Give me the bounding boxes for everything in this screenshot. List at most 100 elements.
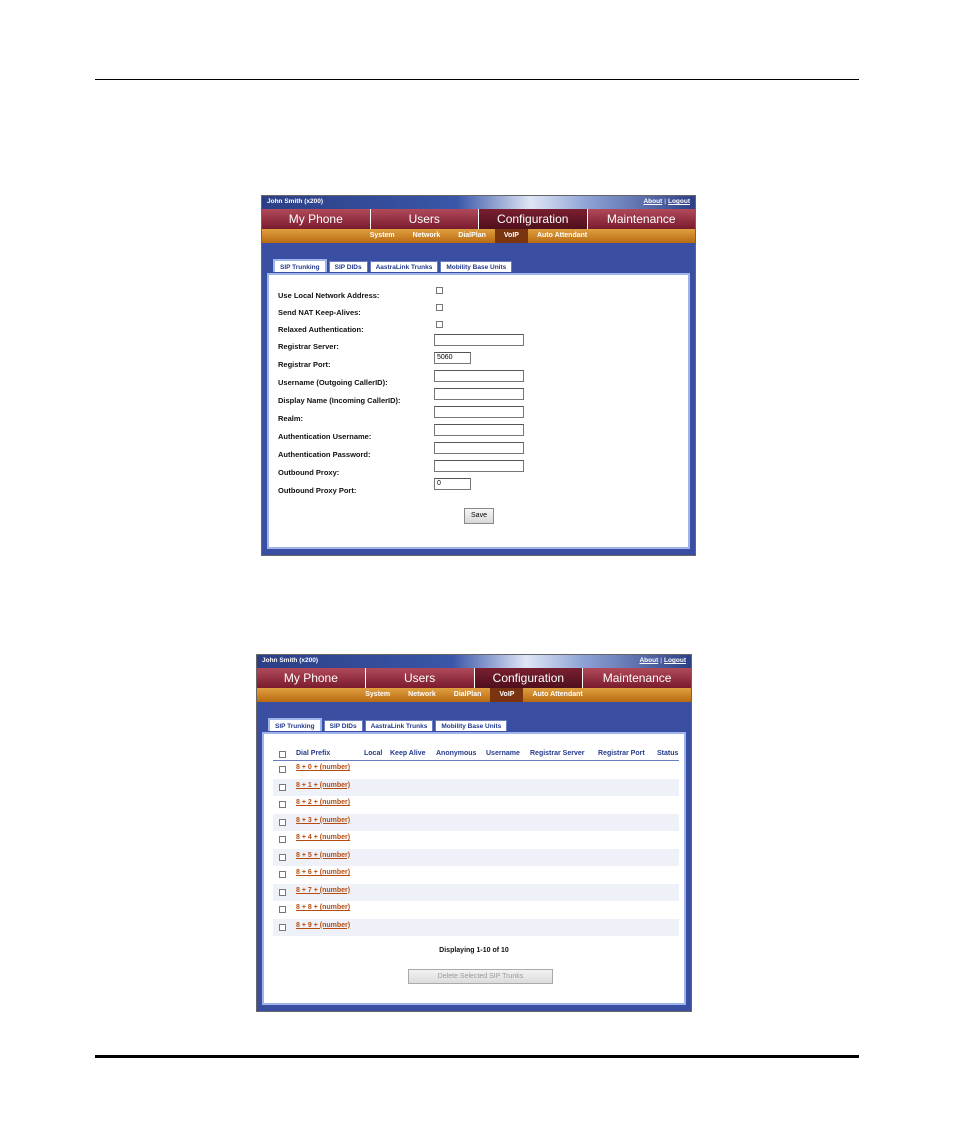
subnav-voip[interactable]: VoIP [490, 688, 524, 702]
page-header-rule [95, 79, 859, 80]
row-checkbox[interactable] [279, 853, 286, 861]
save-button[interactable]: Save [464, 508, 494, 524]
tab-sip-dids[interactable]: SIP DIDs [323, 720, 363, 731]
auth-username-label: Authentication Username: [278, 432, 372, 441]
col-keep-alive[interactable]: Keep Alive [390, 750, 426, 757]
username-input[interactable] [434, 370, 524, 382]
table-row: 8 + 3 + (number) [273, 813, 679, 831]
realm-input[interactable] [434, 406, 524, 418]
dial-prefix-link[interactable]: 8 + 3 + (number) [296, 817, 350, 824]
col-registrar-port[interactable]: Registrar Port [598, 750, 645, 757]
tab-aastralink-trunks[interactable]: AastraLink Trunks [369, 261, 439, 272]
registrar-port-input[interactable]: 5060 [434, 352, 471, 364]
tab-my-phone[interactable]: My Phone [262, 209, 370, 229]
relaxed-auth-row: Relaxed Authentication: [278, 319, 443, 334]
tab-sip-trunking[interactable]: SIP Trunking [268, 718, 322, 731]
row-checkbox[interactable] [279, 818, 286, 826]
col-registrar-server[interactable]: Registrar Server [530, 750, 584, 757]
tab-maintenance[interactable]: Maintenance [587, 209, 695, 229]
top-links: About | Logout [639, 657, 686, 664]
about-link[interactable]: About [643, 198, 662, 205]
row-checkbox[interactable] [279, 923, 286, 931]
logout-link[interactable]: Logout [668, 198, 690, 205]
tab-my-phone[interactable]: My Phone [257, 668, 365, 688]
col-local[interactable]: Local [364, 750, 382, 757]
outbound-proxy-port-input[interactable]: 0 [434, 478, 471, 490]
registrar-port-label: Registrar Port: [278, 360, 331, 369]
subnav-system[interactable]: System [356, 688, 399, 702]
tab-mobility-base-units[interactable]: Mobility Base Units [440, 261, 513, 272]
row-checkbox[interactable] [279, 766, 286, 773]
tab-aastralink-trunks[interactable]: AastraLink Trunks [364, 720, 434, 731]
row-checkbox[interactable] [279, 801, 286, 808]
tab-configuration[interactable]: Configuration [474, 668, 583, 688]
col-anonymous[interactable]: Anonymous [436, 750, 476, 757]
subnav-auto-attendant[interactable]: Auto Attendant [528, 229, 596, 243]
dial-prefix-link[interactable]: 8 + 9 + (number) [296, 922, 350, 929]
registrar-server-input[interactable] [434, 334, 524, 346]
row-checkbox[interactable] [279, 906, 286, 913]
row-checkbox[interactable] [279, 836, 286, 843]
top-bar: John Smith (x200) About | Logout [262, 196, 695, 209]
auth-username-input[interactable] [434, 424, 524, 436]
tab-sip-dids[interactable]: SIP DIDs [328, 261, 368, 272]
dial-prefix-link[interactable]: 8 + 6 + (number) [296, 869, 350, 876]
realm-row: Realm: [278, 406, 524, 423]
delete-selected-button[interactable]: Delete Selected SIP Trunks [408, 969, 553, 984]
voip-tabs: SIP Trunking SIP DIDs AastraLink Trunks … [268, 718, 509, 731]
relaxed-auth-checkbox[interactable] [436, 321, 443, 328]
about-link[interactable]: About [639, 657, 658, 664]
tab-configuration[interactable]: Configuration [479, 209, 587, 229]
dial-prefix-link[interactable]: 8 + 7 + (number) [296, 887, 350, 894]
display-name-input[interactable] [434, 388, 524, 400]
select-all-checkbox[interactable] [279, 751, 286, 758]
table-row: 8 + 0 + (number) [273, 761, 679, 779]
dial-prefix-link[interactable]: 8 + 8 + (number) [296, 904, 350, 911]
table-row: 8 + 8 + (number) [273, 901, 679, 919]
page-footer-rule [95, 1055, 859, 1058]
dial-prefix-link[interactable]: 8 + 0 + (number) [296, 764, 350, 771]
table-row: 8 + 2 + (number) [273, 796, 679, 814]
subnav-system[interactable]: System [361, 229, 404, 243]
dial-prefix-link[interactable]: 8 + 1 + (number) [296, 782, 350, 789]
sip-trunk-settings-screenshot: John Smith (x200) About | Logout My Phone … [261, 195, 696, 556]
subnav-voip[interactable]: VoIP [494, 229, 528, 243]
content-area: SIP Trunking SIP DIDs AastraLink Trunks … [262, 243, 695, 555]
subnav-auto-attendant[interactable]: Auto Attendant [523, 688, 591, 702]
row-checkbox[interactable] [279, 871, 286, 878]
col-dial-prefix[interactable]: Dial Prefix [296, 750, 330, 757]
tab-maintenance[interactable]: Maintenance [583, 668, 691, 688]
use-local-network-checkbox[interactable] [436, 287, 443, 294]
main-nav: My Phone Users Configuration Maintenance [257, 668, 691, 688]
table-row: 8 + 6 + (number) [273, 866, 679, 884]
subnav-dialplan[interactable]: DialPlan [449, 229, 495, 243]
tab-sip-trunking[interactable]: SIP Trunking [273, 259, 327, 272]
use-local-network-row: Use Local Network Address: [278, 285, 443, 300]
col-username[interactable]: Username [486, 750, 520, 757]
tab-mobility-base-units[interactable]: Mobility Base Units [435, 720, 508, 731]
outbound-proxy-input[interactable] [434, 460, 524, 472]
tab-users[interactable]: Users [365, 668, 474, 688]
auth-password-input[interactable] [434, 442, 524, 454]
logout-link[interactable]: Logout [664, 657, 686, 664]
subnav-dialplan[interactable]: DialPlan [445, 688, 491, 702]
dial-prefix-link[interactable]: 8 + 5 + (number) [296, 852, 350, 859]
col-status[interactable]: Status [657, 750, 678, 757]
auth-password-row: Authentication Password: [278, 442, 524, 459]
sip-trunk-table: Dial Prefix Local Keep Alive Anonymous U… [273, 748, 679, 936]
subnav-network[interactable]: Network [404, 229, 450, 243]
registrar-server-row: Registrar Server: [278, 334, 524, 351]
send-nat-keepalives-row: Send NAT Keep-Alives: [278, 302, 443, 317]
subnav-network[interactable]: Network [399, 688, 445, 702]
dial-prefix-link[interactable]: 8 + 4 + (number) [296, 834, 350, 841]
send-nat-keepalives-label: Send NAT Keep-Alives: [278, 308, 361, 317]
tab-users[interactable]: Users [370, 209, 478, 229]
dial-prefix-link[interactable]: 8 + 2 + (number) [296, 799, 350, 806]
outbound-proxy-port-label: Outbound Proxy Port: [278, 486, 357, 495]
outbound-proxy-row: Outbound Proxy: [278, 460, 524, 477]
row-checkbox[interactable] [279, 888, 286, 896]
send-nat-keepalives-checkbox[interactable] [436, 304, 443, 311]
top-bar: John Smith (x200) About | Logout [257, 655, 691, 668]
sip-trunk-form: Use Local Network Address: Send NAT Keep… [267, 273, 690, 549]
row-checkbox[interactable] [279, 783, 286, 791]
